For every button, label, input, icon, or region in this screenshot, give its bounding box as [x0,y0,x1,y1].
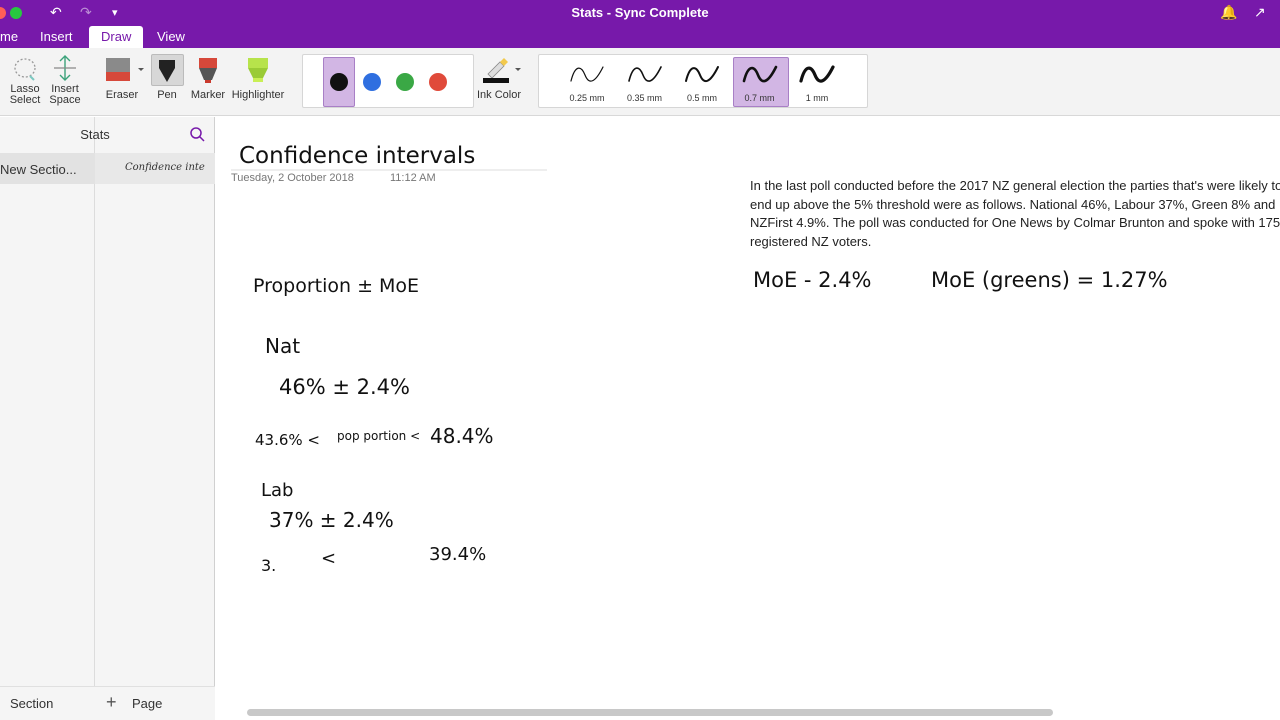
ink-note-moe-greens: MoE (greens) = 1.27% [931,268,1168,292]
ink-title: Confidence intervals [239,143,475,169]
share-icon[interactable]: ↗ [1254,4,1266,21]
insert-space-button[interactable]: Insert Space [46,54,84,110]
ink-note-lower-lab: 3. [261,556,276,575]
ink-color-icon [483,58,521,83]
eraser-button[interactable]: Eraser [101,54,145,104]
thickness-label: 0.7 mm [744,93,775,103]
pages-pane [95,117,215,720]
pen-button[interactable]: Pen [149,54,185,104]
sections-pane [0,117,95,720]
thickness-option[interactable]: 0.5 mm [674,57,730,107]
pen-colors-panel [302,54,474,108]
ink-note-pop-portion: pop portion < [337,429,420,443]
ink-note-lower-nat: 43.6% < [255,431,320,449]
ink-note-nat: Nat [265,334,300,358]
ink-note-upper-lab: 39.4% [429,544,486,565]
ink-note-lab-moe: 37% ± 2.4% [269,508,394,532]
marker-button[interactable]: Marker [190,54,226,104]
thickness-label: 0.5 mm [686,93,717,103]
page-date: Tuesday, 2 October 2018 [231,172,354,184]
notebook-title[interactable]: Stats [0,127,190,142]
eraser-icon [106,58,144,81]
add-page-plus-icon[interactable]: + [106,692,117,713]
tab-insert[interactable]: Insert [40,29,73,44]
page-item[interactable]: Confidence inte [95,153,215,184]
page-time: 11:12 AM [390,172,436,184]
ink-note-proportion: Proportion ± MoE [253,275,419,297]
highlighter-button[interactable]: Highlighter [228,54,288,104]
search-icon[interactable] [189,126,205,142]
pen-thickness-panel: 0.25 mm 0.35 mm 0.5 mm 0.7 mm 1 mm [538,54,868,108]
thickness-option[interactable]: 0.25 mm [559,57,615,107]
page-preview-label: Confidence inte [125,162,205,173]
thickness-label: 0.35 mm [626,93,662,103]
page-canvas[interactable]: Confidence intervals Proportion ± MoE Na… [215,117,1280,720]
color-green-swatch[interactable] [396,73,414,91]
tab-home[interactable]: me [0,29,18,44]
lasso-select-button[interactable]: Lasso Select [6,54,44,110]
left-pane-footer: Section + Page [0,686,215,720]
squiggle-icon [799,65,835,83]
eraser-label: Eraser [105,89,139,101]
tab-view[interactable]: View [157,29,185,44]
ink-color-label: Ink Color [476,89,522,101]
insert-space-label: Insert Space [49,83,81,106]
marker-label: Marker [190,89,226,101]
pen-label: Pen [157,89,177,101]
pen-icon [159,60,175,82]
notebook-header: Stats [0,117,215,153]
add-page-button[interactable]: Page [132,696,162,711]
ink-note-moe-all: MoE - 2.4% [753,268,872,292]
insert-space-icon [54,55,76,81]
thickness-label: 0.25 mm [569,93,605,103]
color-blue-swatch[interactable] [363,73,381,91]
squiggle-icon [627,66,662,82]
ink-note-nat-moe: 46% ± 2.4% [279,375,410,399]
marker-icon [199,58,217,83]
draw-ribbon: Lasso Select Insert Space Eraser Pen Mar… [0,48,1280,116]
window-title: Stats - Sync Complete [571,5,709,20]
squiggle-icon [685,66,719,83]
bell-icon[interactable]: 🔔 [1220,4,1237,21]
title-bar: ↶ ↷ ▾ Stats - Sync Complete 🔔 ↗ [0,0,1280,26]
squiggle-icon [570,66,604,82]
ribbon-tabs: me Insert Draw View [0,26,1280,48]
thickness-option[interactable]: 1 mm [789,57,845,107]
ink-note-lab: Lab [261,480,293,501]
ink-color-button[interactable]: Ink Color [476,54,526,104]
color-red-swatch[interactable] [429,73,447,91]
ink-note-less-than: < [321,548,336,569]
ink-note-upper-nat: 48.4% [430,424,494,448]
section-item[interactable]: New Sectio... [0,153,95,184]
squiggle-icon [742,65,777,83]
lasso-select-label: Lasso Select [9,83,41,106]
thickness-option[interactable]: 0.35 mm [617,57,673,107]
problem-text[interactable]: In the last poll conducted before the 20… [750,177,1280,251]
color-black-swatch[interactable] [330,73,348,91]
thickness-label: 1 mm [805,93,829,103]
add-section-button[interactable]: Section [10,696,53,711]
highlighter-label: Highlighter [231,89,285,101]
horizontal-scrollbar[interactable] [247,709,1053,716]
highlighter-icon [248,58,268,82]
thickness-option[interactable]: 0.7 mm [732,57,788,107]
lasso-icon [14,58,36,81]
tab-draw[interactable]: Draw [89,26,144,48]
